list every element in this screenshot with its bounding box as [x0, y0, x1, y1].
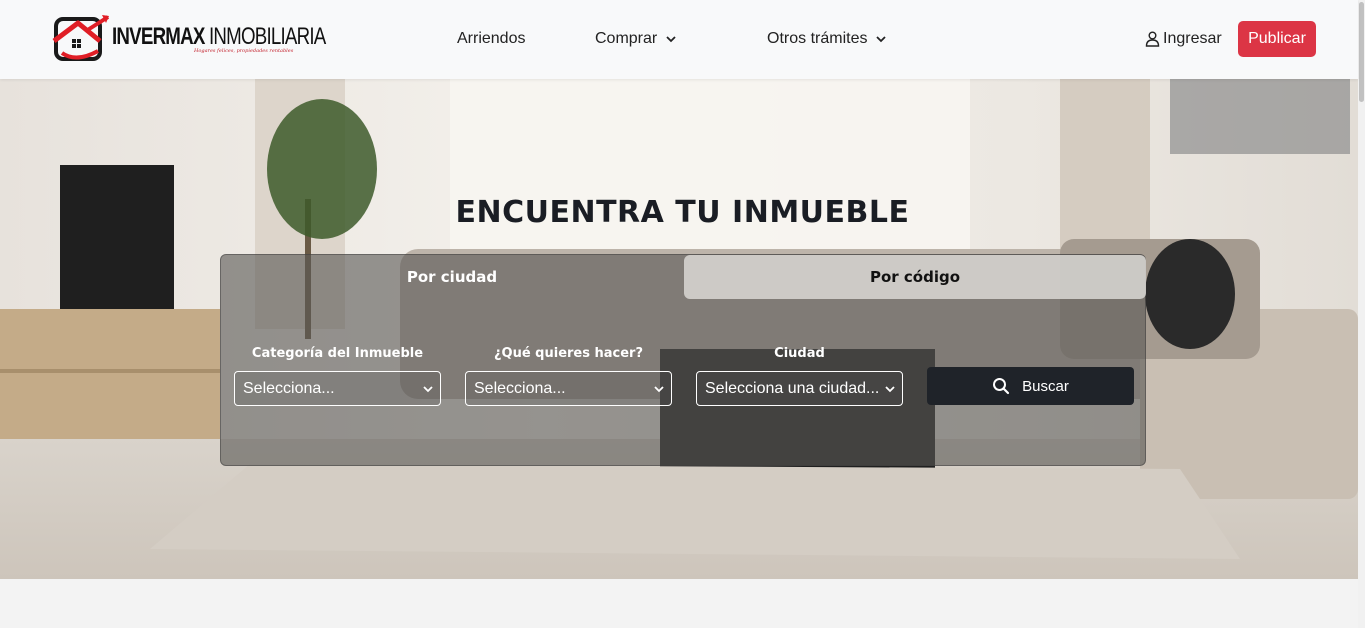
- city-label: Ciudad: [774, 346, 825, 361]
- search-button[interactable]: Buscar: [927, 367, 1134, 405]
- category-select[interactable]: Selecciona...: [234, 371, 441, 406]
- page: INVERMAX INMOBILIARIA Hogares felices, p…: [0, 0, 1365, 628]
- chevron-down-icon: [876, 36, 887, 43]
- login-label: Ingresar: [1163, 30, 1222, 47]
- nav-otros-tramites[interactable]: Otros trámites: [767, 30, 887, 48]
- operation-label: ¿Qué quieres hacer?: [493, 346, 644, 361]
- chevron-down-icon: [885, 386, 895, 393]
- tab-por-ciudad[interactable]: Por ciudad: [221, 255, 683, 299]
- login-link[interactable]: Ingresar: [1145, 30, 1222, 48]
- house-logo-icon: [50, 15, 110, 63]
- nav-arriendos[interactable]: Arriendos: [457, 30, 525, 48]
- brand-name: INVERMAX INMOBILIARIA: [112, 23, 326, 50]
- operation-select-value: Selecciona...: [474, 379, 566, 397]
- chevron-down-icon: [423, 386, 433, 393]
- nav-arriendos-label: Arriendos: [457, 30, 526, 47]
- user-icon: [1145, 31, 1160, 47]
- tab-por-codigo[interactable]: Por código: [684, 255, 1146, 299]
- hero-title: ENCUENTRA TU INMUEBLE: [455, 195, 910, 230]
- operation-select[interactable]: Selecciona...: [465, 371, 672, 406]
- city-select[interactable]: Selecciona una ciudad...: [696, 371, 903, 406]
- chevron-down-icon: [666, 36, 676, 43]
- scrollbar-thumb[interactable]: [1359, 2, 1364, 102]
- nav-comprar[interactable]: Comprar: [595, 30, 677, 48]
- nav-otros-tramites-label: Otros trámites: [767, 30, 868, 47]
- page-scrollbar[interactable]: [1358, 0, 1365, 628]
- chevron-down-icon: [654, 386, 664, 393]
- search-icon: [993, 378, 1010, 395]
- brand-logo[interactable]: INVERMAX INMOBILIARIA Hogares felices, p…: [50, 14, 326, 64]
- city-select-value: Selecciona una ciudad...: [705, 379, 880, 397]
- nav-comprar-label: Comprar: [595, 30, 658, 47]
- category-select-value: Selecciona...: [243, 379, 335, 397]
- hero-section: ENCUENTRA TU INMUEBLE Por ciudad Por cód…: [0, 79, 1358, 579]
- search-panel: Por ciudad Por código Categoría del Inmu…: [220, 254, 1146, 466]
- search-button-label: Buscar: [1022, 377, 1069, 395]
- category-label: Categoría del Inmueble: [251, 346, 424, 361]
- publish-button[interactable]: Publicar: [1238, 21, 1316, 57]
- site-header: INVERMAX INMOBILIARIA Hogares felices, p…: [0, 0, 1358, 79]
